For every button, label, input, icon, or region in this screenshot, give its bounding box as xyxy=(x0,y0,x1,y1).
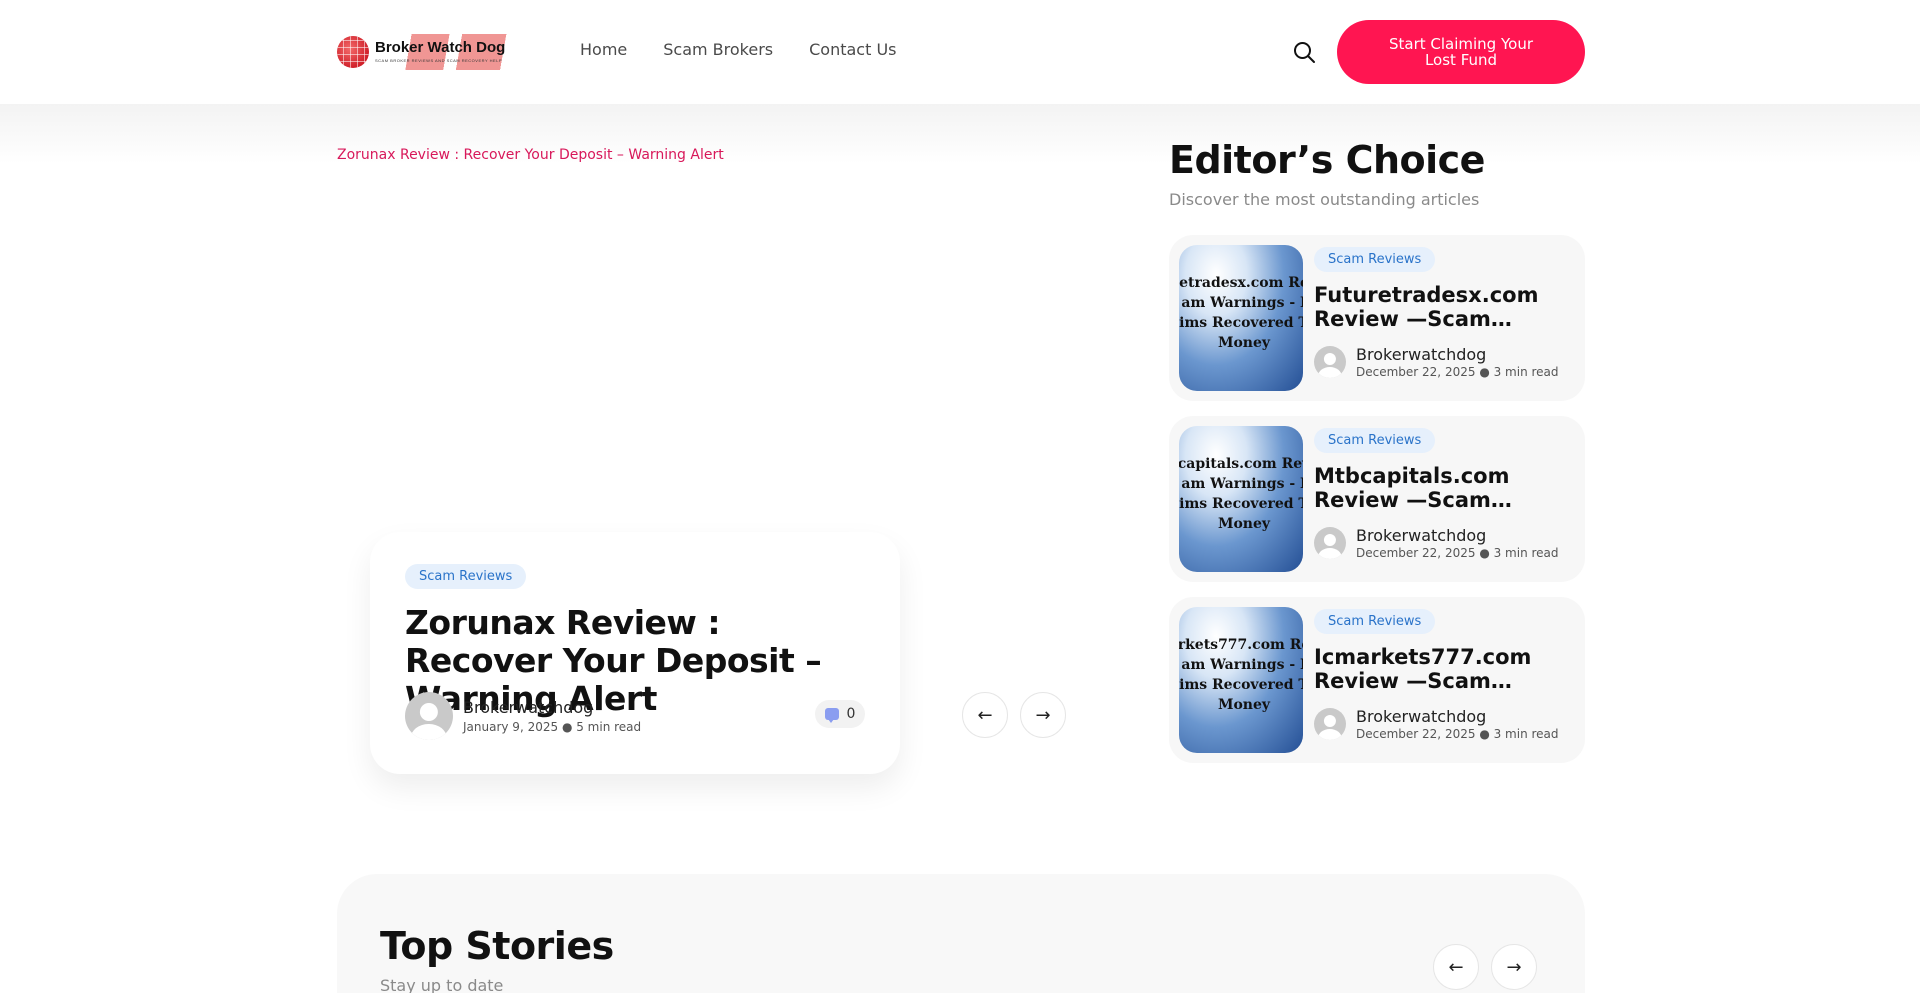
start-claiming-button[interactable]: Start Claiming Your Lost Fund xyxy=(1337,20,1585,84)
site-logo[interactable]: Broker Watch Dog SCAM BROKER REVIEWS AND… xyxy=(337,34,519,70)
author-avatar[interactable] xyxy=(405,692,453,740)
read-time: 3 min read xyxy=(1493,546,1559,560)
site-header: Broker Watch Dog SCAM BROKER REVIEWS AND… xyxy=(0,0,1920,104)
author-avatar[interactable] xyxy=(1314,708,1346,740)
article-title[interactable]: Mtbcapitals.com Review —Scam Warnings – … xyxy=(1314,464,1574,512)
header-shadow xyxy=(0,104,1920,164)
editors-choice-card[interactable]: capitals.com Rev am Warnings - I ims Rec… xyxy=(1169,416,1585,582)
author-avatar[interactable] xyxy=(1314,527,1346,559)
meta-separator: ● xyxy=(1479,365,1494,379)
comments-count[interactable]: 0 xyxy=(815,700,865,728)
meta-separator: ● xyxy=(561,720,577,734)
article-thumbnail[interactable]: rkets777.com Re am Warnings - I ims Reco… xyxy=(1179,607,1303,753)
hero-image[interactable]: Zorunax Review : Recover Your Deposit – … xyxy=(337,147,724,163)
hero-category-badge[interactable]: Scam Reviews xyxy=(405,564,527,589)
article-meta: Brokerwatchdog December 22, 2025 ● 3 min… xyxy=(1314,707,1559,741)
comments-number: 0 xyxy=(846,706,856,722)
meta-separator: ● xyxy=(1479,546,1494,560)
editors-choice-subtitle: Discover the most outstanding articles xyxy=(1169,190,1480,209)
hero-prev-button[interactable]: ← xyxy=(962,692,1008,738)
nav-scam-brokers[interactable]: Scam Brokers xyxy=(663,40,773,59)
thumbnail-text: capitals.com Rev am Warnings - I ims Rec… xyxy=(1179,456,1303,532)
post-meta: December 22, 2025 ● 3 min read xyxy=(1356,727,1559,741)
post-meta: December 22, 2025 ● 3 min read xyxy=(1356,365,1559,379)
author-name[interactable]: Brokerwatchdog xyxy=(463,698,641,717)
article-title[interactable]: Icmarkets777.com Review —Scam Warnings –… xyxy=(1314,645,1574,693)
hero-next-button[interactable]: → xyxy=(1020,692,1066,738)
top-stories-subtitle: Stay up to date xyxy=(380,976,504,993)
post-date: December 22, 2025 xyxy=(1356,546,1476,560)
article-title[interactable]: Futuretradesx.com Review —Scam Warnings … xyxy=(1314,283,1574,331)
nav-home[interactable]: Home xyxy=(580,40,627,59)
editors-choice-card[interactable]: rkets777.com Re am Warnings - I ims Reco… xyxy=(1169,597,1585,763)
post-meta: December 22, 2025 ● 3 min read xyxy=(1356,546,1559,560)
author-name[interactable]: Brokerwatchdog xyxy=(1356,526,1559,545)
article-thumbnail[interactable]: capitals.com Rev am Warnings - I ims Rec… xyxy=(1179,426,1303,572)
meta-separator: ● xyxy=(1479,727,1494,741)
globe-icon xyxy=(337,36,369,68)
post-meta: January 9, 2025 ● 5 min read xyxy=(463,720,641,734)
read-time: 3 min read xyxy=(1493,365,1559,379)
search-icon[interactable] xyxy=(1292,40,1316,64)
post-date: December 22, 2025 xyxy=(1356,365,1476,379)
logo-tagline: SCAM BROKER REVIEWS AND SCAM RECOVERY HE… xyxy=(375,58,503,63)
thumbnail-text: etradesx.com Re am Warnings - I ims Reco… xyxy=(1179,275,1303,351)
logo-name: Broker Watch Dog xyxy=(375,39,506,56)
top-stories-next-button[interactable]: → xyxy=(1491,944,1537,990)
category-badge[interactable]: Scam Reviews xyxy=(1314,247,1436,272)
comment-icon xyxy=(824,708,839,723)
hero-meta: Brokerwatchdog January 9, 2025 ● 5 min r… xyxy=(405,692,641,740)
main-nav: Home Scam Brokers Contact Us xyxy=(580,40,897,59)
article-thumbnail[interactable]: etradesx.com Re am Warnings - I ims Reco… xyxy=(1179,245,1303,391)
post-date: December 22, 2025 xyxy=(1356,727,1476,741)
editors-choice-card[interactable]: etradesx.com Re am Warnings - I ims Reco… xyxy=(1169,235,1585,401)
thumbnail-text: rkets777.com Re am Warnings - I ims Reco… xyxy=(1179,637,1303,713)
post-date: January 9, 2025 xyxy=(463,720,559,734)
nav-contact-us[interactable]: Contact Us xyxy=(809,40,896,59)
read-time: 3 min read xyxy=(1493,727,1559,741)
category-badge[interactable]: Scam Reviews xyxy=(1314,428,1436,453)
top-stories-prev-button[interactable]: ← xyxy=(1433,944,1479,990)
top-stories-title: Top Stories xyxy=(380,924,614,968)
editors-choice-title: Editor’s Choice xyxy=(1169,138,1485,182)
top-stories-section: Top Stories Stay up to date ← → xyxy=(337,874,1585,993)
author-name[interactable]: Brokerwatchdog xyxy=(1356,707,1559,726)
read-time: 5 min read xyxy=(576,720,642,734)
article-meta: Brokerwatchdog December 22, 2025 ● 3 min… xyxy=(1314,526,1559,560)
author-avatar[interactable] xyxy=(1314,346,1346,378)
category-badge[interactable]: Scam Reviews xyxy=(1314,609,1436,634)
author-name[interactable]: Brokerwatchdog xyxy=(1356,345,1559,364)
article-meta: Brokerwatchdog December 22, 2025 ● 3 min… xyxy=(1314,345,1559,379)
hero-card[interactable]: Scam Reviews Zorunax Review : Recover Yo… xyxy=(370,532,900,774)
